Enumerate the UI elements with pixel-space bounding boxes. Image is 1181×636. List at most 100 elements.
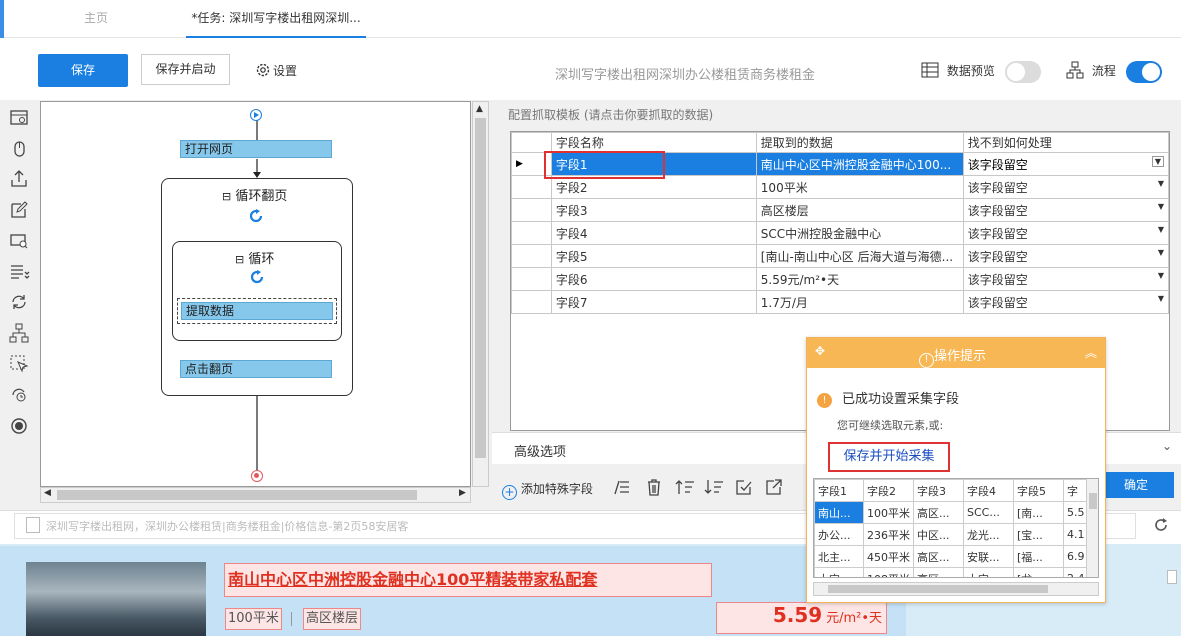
- tab-home[interactable]: 主页: [44, 0, 148, 38]
- move-up-icon[interactable]: [675, 478, 695, 496]
- table-cell[interactable]: 中区...: [913, 523, 964, 546]
- collapse-icon[interactable]: ⊟: [222, 190, 231, 203]
- dropdown-arrow-icon[interactable]: ▼: [1158, 179, 1164, 188]
- table-cell[interactable]: 450平米: [863, 545, 914, 568]
- collapse-up-icon[interactable]: ︽: [1085, 344, 1097, 361]
- extract-data-tool-icon[interactable]: [8, 168, 30, 190]
- table-cell[interactable]: [龙...: [1013, 567, 1064, 577]
- mouse-hover-tool-icon[interactable]: [8, 353, 30, 375]
- table-row[interactable]: 南山... 100平米 高区... SCC... [南... 5.5: [814, 501, 1092, 524]
- field-value-cell[interactable]: SCC中洲控股金融中心: [755, 221, 964, 245]
- input-text-tool-icon[interactable]: [8, 199, 30, 221]
- tab-task[interactable]: *任务: 深圳写字楼出租网深圳...: [186, 0, 366, 38]
- table-cell[interactable]: 龙光...: [963, 523, 1014, 546]
- switch-dropdown-tool-icon[interactable]: [8, 260, 30, 282]
- table-cell[interactable]: 236平米: [863, 523, 914, 546]
- condition-tool-icon[interactable]: [8, 322, 30, 344]
- table-cell[interactable]: 办公...: [814, 523, 864, 546]
- table-row[interactable]: 大宝...108平米高区...大宝...[龙...2.4: [814, 567, 1092, 577]
- drag-handle-icon[interactable]: ✥: [815, 344, 825, 358]
- scroll-right-icon[interactable]: ▶: [459, 488, 466, 498]
- loop-tool-icon[interactable]: [8, 291, 30, 313]
- end-loop-tool-icon[interactable]: [8, 415, 30, 437]
- wait-tool-icon[interactable]: [8, 384, 30, 406]
- open-link-icon[interactable]: [764, 478, 784, 496]
- floor-tag[interactable]: 高区楼层: [303, 608, 362, 630]
- field-name-cell[interactable]: 字段4: [550, 221, 757, 245]
- dropdown-arrow-icon[interactable]: ▼: [1158, 225, 1164, 234]
- table-row[interactable]: 北主... 450平米 高区... 安联... [福... 6.9: [814, 545, 1092, 568]
- field-handling-cell[interactable]: 该字段留空 ▼: [962, 152, 1170, 176]
- table-cell[interactable]: [宝...: [1013, 523, 1064, 546]
- dropdown-arrow-icon[interactable]: ▼: [1151, 155, 1164, 167]
- click-element-tool-icon[interactable]: [8, 138, 30, 160]
- refresh-icon[interactable]: [1152, 516, 1170, 534]
- field-value-cell[interactable]: 100平米: [755, 175, 964, 199]
- field-handling-cell[interactable]: 该字段留空 ▼: [962, 198, 1170, 222]
- extract-data-node[interactable]: 提取数据: [181, 302, 333, 320]
- table-cell[interactable]: 南山...: [814, 501, 864, 524]
- table-cell[interactable]: 高区...: [913, 545, 964, 568]
- field-name-cell[interactable]: 字段3: [550, 198, 757, 222]
- area-tag[interactable]: 100平米: [225, 608, 282, 630]
- click-next-page-node[interactable]: 点击翻页: [180, 360, 332, 378]
- field-handling-cell[interactable]: 该字段留空 ▼: [962, 175, 1170, 199]
- table-cell[interactable]: 北主...: [814, 545, 864, 568]
- field-handling-cell[interactable]: 该字段留空 ▼: [962, 267, 1170, 291]
- table-cell[interactable]: [南...: [1013, 501, 1064, 524]
- table-cell[interactable]: 高区...: [913, 567, 964, 577]
- table-row[interactable]: 字段4 SCC中洲控股金融中心 该字段留空 ▼: [511, 221, 1170, 245]
- table-row[interactable]: 字段3 高区楼层 该字段留空 ▼: [511, 198, 1170, 222]
- field-value-cell[interactable]: [南山-南山中心区 后海大道与海德...: [755, 244, 964, 268]
- page-scrollbar[interactable]: [1167, 570, 1177, 584]
- delete-icon[interactable]: [644, 477, 664, 497]
- field-value-cell[interactable]: 高区楼层: [755, 198, 964, 222]
- listing-title[interactable]: 南山中心区中洲控股金融中心100平精装带家私配套: [224, 563, 712, 597]
- table-cell[interactable]: 高区...: [913, 501, 964, 524]
- listing-photo[interactable]: [26, 562, 206, 636]
- table-cell[interactable]: 100平米: [863, 501, 914, 524]
- scroll-thumb[interactable]: [57, 490, 417, 500]
- preview-vertical-scrollbar[interactable]: [1086, 479, 1098, 577]
- table-row[interactable]: 字段5 [南山-南山中心区 后海大道与海德... 该字段留空 ▼: [511, 244, 1170, 268]
- rename-field-icon[interactable]: [612, 478, 632, 496]
- save-and-start-collecting-link[interactable]: 保存并开始采集: [828, 442, 950, 472]
- column-header[interactable]: 找不到如何处理: [962, 132, 1170, 153]
- table-cell[interactable]: 大宝...: [963, 567, 1014, 577]
- scroll-left-icon[interactable]: ◀: [44, 488, 51, 498]
- settings-button[interactable]: 设置: [255, 61, 297, 81]
- preview-data-table[interactable]: 字段1 字段2 字段3 字段4 字段5 字 南山... 100平米 高区... SCC…: [813, 478, 1099, 578]
- canvas-horizontal-scrollbar[interactable]: ◀ ▶: [40, 487, 471, 503]
- data-preview-toggle[interactable]: [1004, 60, 1041, 83]
- scroll-up-icon[interactable]: ▲: [476, 104, 483, 114]
- dropdown-arrow-icon[interactable]: ▼: [1158, 294, 1164, 303]
- save-button[interactable]: 保存: [38, 54, 128, 87]
- preview-horizontal-scrollbar[interactable]: [813, 582, 1099, 596]
- dropdown-arrow-icon[interactable]: ▼: [1158, 202, 1164, 211]
- custom-extract-icon[interactable]: [734, 478, 754, 496]
- field-handling-cell[interactable]: 该字段留空 ▼: [962, 221, 1170, 245]
- column-header[interactable]: 字段名称: [550, 132, 757, 153]
- table-cell[interactable]: 大宝...: [814, 567, 864, 577]
- confirm-button[interactable]: 确定: [1098, 472, 1174, 498]
- field-handling-cell[interactable]: 该字段留空 ▼: [962, 244, 1170, 268]
- field-value-cell[interactable]: 5.59元/m²•天: [755, 267, 964, 291]
- table-row[interactable]: 字段7 1.7万/月 该字段留空 ▼: [511, 290, 1170, 314]
- open-page-node[interactable]: 打开网页: [180, 140, 332, 158]
- add-special-field-button[interactable]: + 添加特殊字段: [502, 480, 593, 500]
- field-handling-cell[interactable]: 该字段留空 ▼: [962, 290, 1170, 314]
- canvas-vertical-scrollbar[interactable]: ▲: [472, 101, 489, 487]
- field-name-cell[interactable]: 字段6: [550, 267, 757, 291]
- table-cell[interactable]: [福...: [1013, 545, 1064, 568]
- field-name-cell[interactable]: 字段5: [550, 244, 757, 268]
- workflow-canvas[interactable]: 打开网页 ⊟ 循环翻页 ⊟ 循环 提取数据 点击翻页: [40, 101, 471, 487]
- column-header[interactable]: 提取到的数据: [755, 132, 964, 153]
- dropdown-arrow-icon[interactable]: ▼: [1158, 271, 1164, 280]
- collapse-icon[interactable]: ⊟: [235, 253, 244, 266]
- start-node-icon[interactable]: [250, 109, 262, 121]
- field-name-cell[interactable]: 字段7: [550, 290, 757, 314]
- flow-toggle[interactable]: [1125, 60, 1162, 83]
- table-cell[interactable]: 108平米: [863, 567, 914, 577]
- table-row[interactable]: 办公... 236平米 中区... 龙光... [宝... 4.1: [814, 523, 1092, 546]
- table-cell[interactable]: 安联...: [963, 545, 1014, 568]
